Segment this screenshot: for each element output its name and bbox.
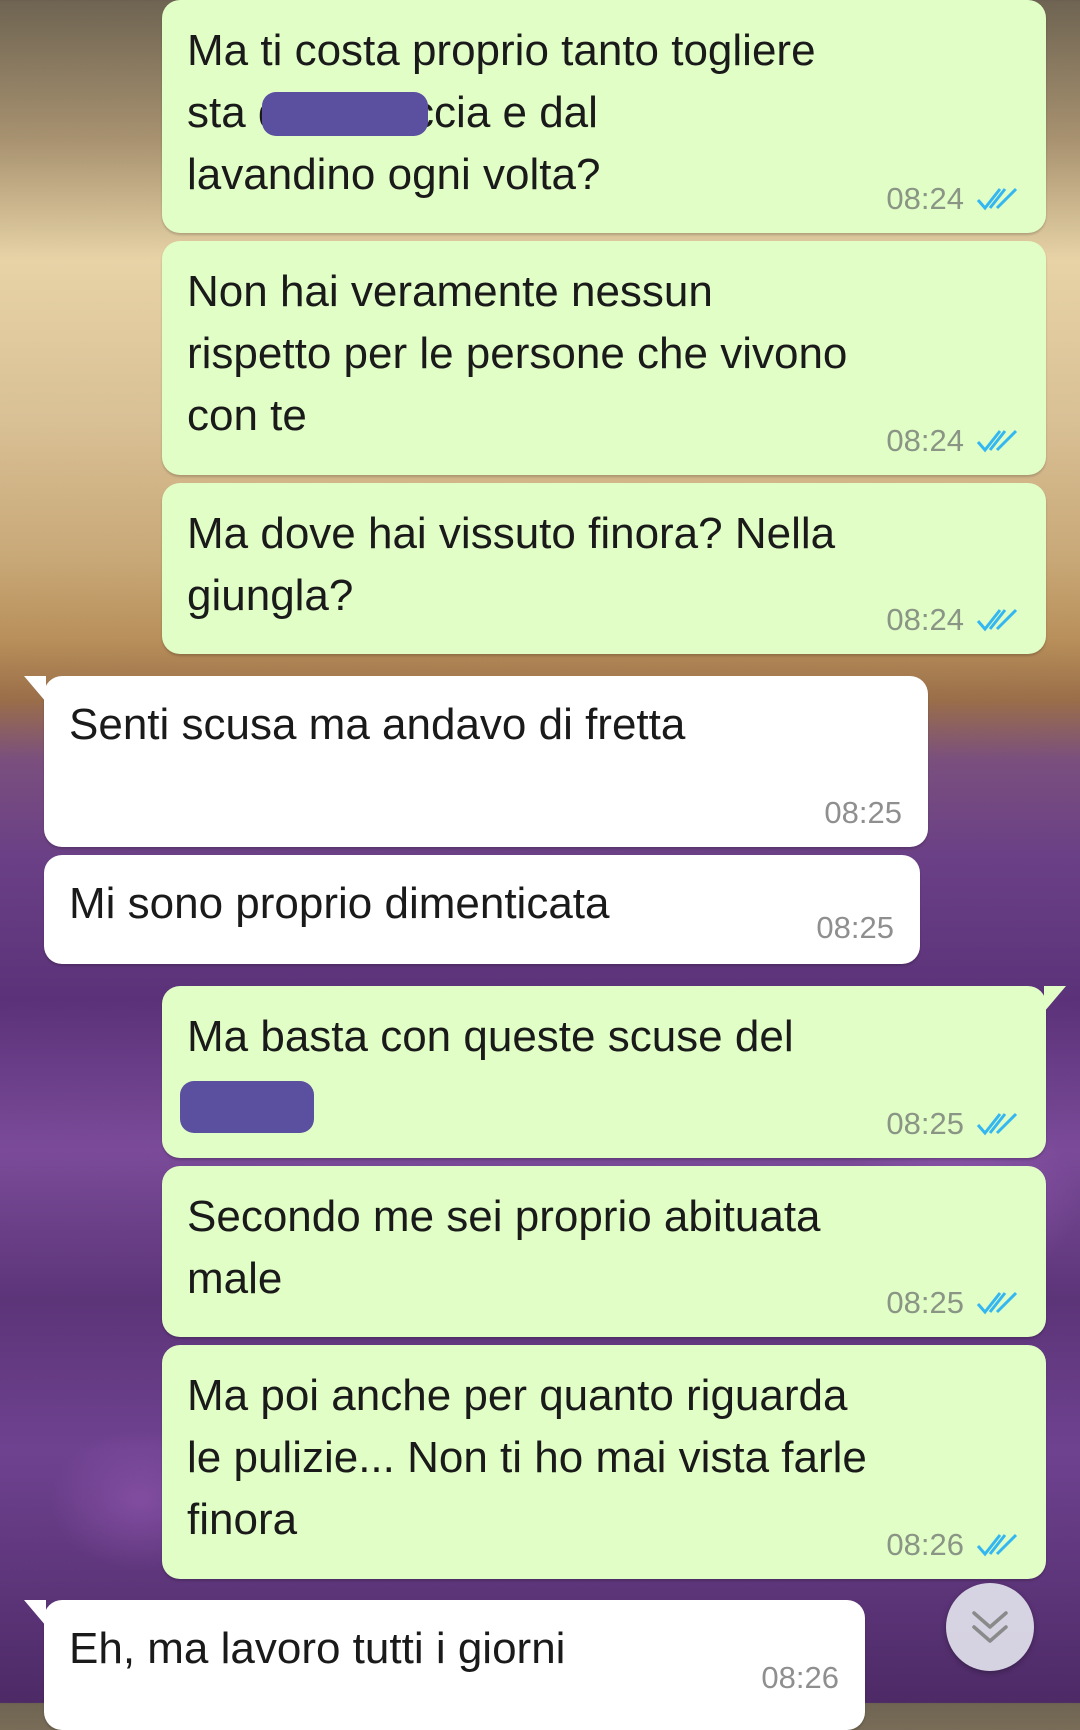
message-meta: 08:25 (824, 795, 902, 831)
message-meta: 08:25 (886, 1285, 1020, 1321)
chat-screen: { "messages": [ {"direction": "out", "te… (0, 0, 1080, 1730)
message-bubble-outgoing[interactable]: Ma basta con queste scuse del o! 08:25 (162, 986, 1066, 1158)
message-meta: 08:24 (886, 423, 1020, 459)
bubble-tail (24, 676, 46, 702)
message-bubble-outgoing[interactable]: Ma dove hai vissuto finora? Nella giungl… (162, 483, 1046, 654)
message-meta: 08:24 (886, 181, 1020, 217)
message-time: 08:24 (886, 423, 964, 458)
message-bubble-incoming[interactable]: Eh, ma lavoro tutti i giorni 08:26 (24, 1600, 865, 1730)
bubble-tail (1044, 986, 1066, 1012)
message-time: 08:26 (761, 1660, 839, 1695)
message-bubble-outgoing[interactable]: Secondo me sei proprio abituata male 08:… (162, 1166, 1046, 1337)
bubble-tail (24, 1600, 46, 1626)
redaction-mark (180, 1081, 314, 1133)
message-text: Mi sono proprio dimenticata (69, 879, 610, 928)
message-time: 08:24 (886, 602, 964, 637)
scroll-to-bottom-button[interactable] (946, 1583, 1034, 1671)
read-receipt-icon (976, 429, 1018, 453)
message-bubble-incoming[interactable]: Senti scusa ma andavo di fretta 08:25 (24, 676, 928, 847)
redaction-mark (262, 92, 428, 136)
message-text: Eh, ma lavoro tutti i giorni (69, 1624, 566, 1673)
message-time: 08:24 (886, 181, 964, 216)
message-bubble-outgoing[interactable]: Ma poi anche per quanto riguarda le puli… (162, 1345, 1046, 1579)
read-receipt-icon (976, 608, 1018, 632)
message-time: 08:25 (824, 795, 902, 830)
message-text: Non hai veramente nessun rispetto per le… (187, 267, 848, 440)
message-text: Senti scusa ma andavo di fretta (69, 700, 686, 749)
read-receipt-icon (976, 187, 1018, 211)
message-time: 08:26 (886, 1527, 964, 1562)
message-meta: 08:24 (886, 602, 1020, 638)
message-time: 08:25 (886, 1106, 964, 1141)
message-meta: 08:25 (816, 910, 894, 946)
message-meta: 08:26 (761, 1660, 839, 1696)
chevron-double-down-icon (972, 1611, 1008, 1643)
read-receipt-icon (976, 1291, 1018, 1315)
message-meta: 08:25 (886, 1106, 1020, 1142)
message-time: 08:25 (816, 910, 894, 945)
read-receipt-icon (976, 1112, 1018, 1136)
message-text: Ma poi anche per quanto riguarda le puli… (187, 1371, 867, 1544)
message-meta: 08:26 (886, 1527, 1020, 1563)
message-bubble-outgoing[interactable]: Ma ti costa proprio tanto togliere sta d… (162, 0, 1046, 233)
message-time: 08:25 (886, 1285, 964, 1320)
message-bubble-outgoing[interactable]: Non hai veramente nessun rispetto per le… (162, 241, 1046, 475)
message-bubble-incoming[interactable]: Mi sono proprio dimenticata 08:25 (44, 855, 920, 964)
read-receipt-icon (976, 1533, 1018, 1557)
